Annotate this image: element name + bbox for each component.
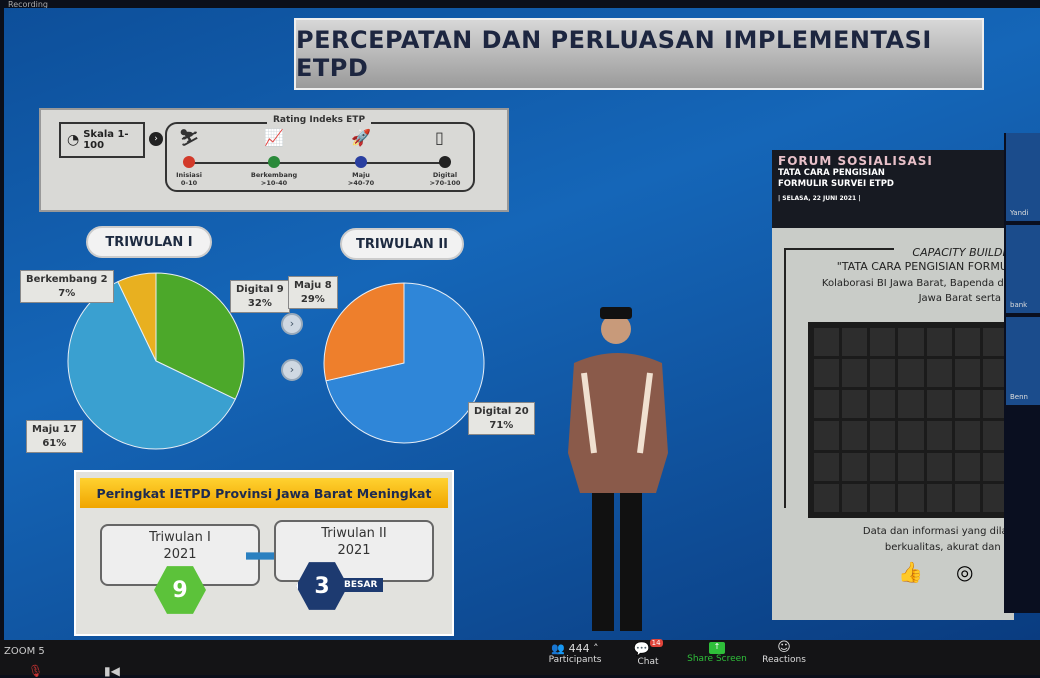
gallery-tile	[954, 359, 980, 388]
label-berkembang-q1: Berkembang 2 7%	[20, 270, 114, 303]
chat-button[interactable]: 💬 14 Chat	[630, 639, 666, 667]
chat-icon: 💬	[633, 642, 650, 657]
presenter-video	[568, 307, 668, 631]
bracket-line	[784, 248, 786, 508]
gallery-tile	[898, 452, 924, 481]
share-screen-icon: ↑	[709, 642, 725, 654]
gallery-tile	[954, 421, 980, 450]
gallery-tile	[954, 390, 980, 419]
participant-strip: Yandi bank Benn Ma	[1004, 133, 1040, 613]
gallery-tile	[954, 328, 980, 357]
label-maju-q1: Maju 17 61%	[26, 420, 83, 453]
participant-tile[interactable]: Yandi	[1006, 133, 1040, 221]
gallery-tile	[926, 421, 952, 450]
gallery-tile	[870, 359, 896, 388]
gallery-tile	[870, 452, 896, 481]
gallery-tile	[842, 483, 868, 512]
forum-banner: FORUM SOSIALISASI TATA CARA PENGISIAN FO…	[772, 150, 1014, 228]
video-icon[interactable]: ▮◀	[104, 664, 120, 678]
gallery-tile	[870, 483, 896, 512]
gallery-tile	[926, 359, 952, 388]
participant-tile[interactable]: Ma	[1006, 409, 1040, 497]
reactions-icon: ☺	[777, 640, 791, 655]
gallery-tile	[926, 483, 952, 512]
gallery-tile	[814, 328, 840, 357]
side-slide: FORUM SOSIALISASI TATA CARA PENGISIAN FO…	[772, 150, 1014, 620]
ranking-header: Peringkat IETPD Provinsi Jawa Barat Meni…	[80, 478, 448, 508]
gallery-tile	[926, 390, 952, 419]
zoom-toolbar: ZOOM 5 🎙 ▮◀ 👥 444 ˄ Participants 💬 14 Chat …	[0, 639, 1040, 678]
gallery-tile	[814, 483, 840, 512]
quote-text: "TATA CARA PENGISIAN FORMUL	[836, 260, 1014, 273]
ranking-panel: Peringkat IETPD Provinsi Jawa Barat Meni…	[74, 470, 454, 636]
kolab-text-2: Jawa Barat serta BJ	[918, 293, 1014, 304]
gallery-tile	[898, 359, 924, 388]
gallery-tile	[814, 452, 840, 481]
gallery-tile	[898, 390, 924, 419]
gallery-tile	[814, 421, 840, 450]
label-digital-q1: Digital 9 32%	[230, 280, 290, 313]
gallery-tile	[814, 390, 840, 419]
gallery-tile	[842, 328, 868, 357]
mute-icon[interactable]: 🎙	[28, 664, 43, 678]
thumbs-up-icon: 👍	[898, 560, 923, 584]
share-screen-button[interactable]: ↑ Share Screen	[686, 642, 748, 664]
gallery-tile	[842, 390, 868, 419]
gallery-tile	[954, 483, 980, 512]
gallery-tile	[814, 359, 840, 388]
gallery-tile	[954, 452, 980, 481]
gallery-tile	[842, 452, 868, 481]
shared-screen: PERCEPATAN DAN PERLUASAN IMPLEMENTASI ET…	[4, 8, 1040, 640]
gallery-tile	[898, 483, 924, 512]
gallery-tile	[842, 421, 868, 450]
chat-badge: 14	[649, 639, 663, 647]
arrow-line	[784, 248, 894, 250]
meeting-gallery-image	[808, 322, 1014, 518]
quarter-2-box: Triwulan II 2021	[274, 520, 434, 582]
gallery-tile	[870, 421, 896, 450]
gallery-tile	[870, 390, 896, 419]
gallery-tile	[926, 452, 952, 481]
chevron-right-icon: ›	[281, 313, 303, 335]
gallery-tile	[898, 421, 924, 450]
besar-badge: BESAR	[338, 578, 384, 592]
reactions-button[interactable]: ☺ Reactions	[758, 640, 810, 665]
data-text-2: berkualitas, akurat dan te	[884, 542, 1014, 553]
participants-icon: 👥	[551, 642, 566, 655]
participant-tile[interactable]: bank	[1006, 225, 1040, 313]
gallery-tile	[842, 359, 868, 388]
gallery-tile	[898, 328, 924, 357]
label-maju-q2: Maju 8 29%	[288, 276, 338, 309]
gallery-tile	[926, 328, 952, 357]
participant-tile[interactable]: Benn	[1006, 317, 1040, 405]
label-digital-q2: Digital 20 71%	[468, 402, 535, 435]
target-icon: ◎	[956, 560, 974, 584]
gallery-tile	[870, 328, 896, 357]
chevron-right-icon: ›	[281, 359, 303, 381]
participants-button[interactable]: 👥 444 ˄ Participants	[540, 642, 610, 665]
data-text-1: Data dan informasi yang dilap	[862, 526, 1014, 537]
kolab-text-1: Kolaborasi BI Jawa Barat, Bapenda dar	[821, 278, 1014, 289]
window-label: ZOOM 5	[4, 646, 45, 657]
pie-charts	[67, 272, 485, 450]
capacity-heading: CAPACITY BUILDIN	[912, 246, 1014, 259]
